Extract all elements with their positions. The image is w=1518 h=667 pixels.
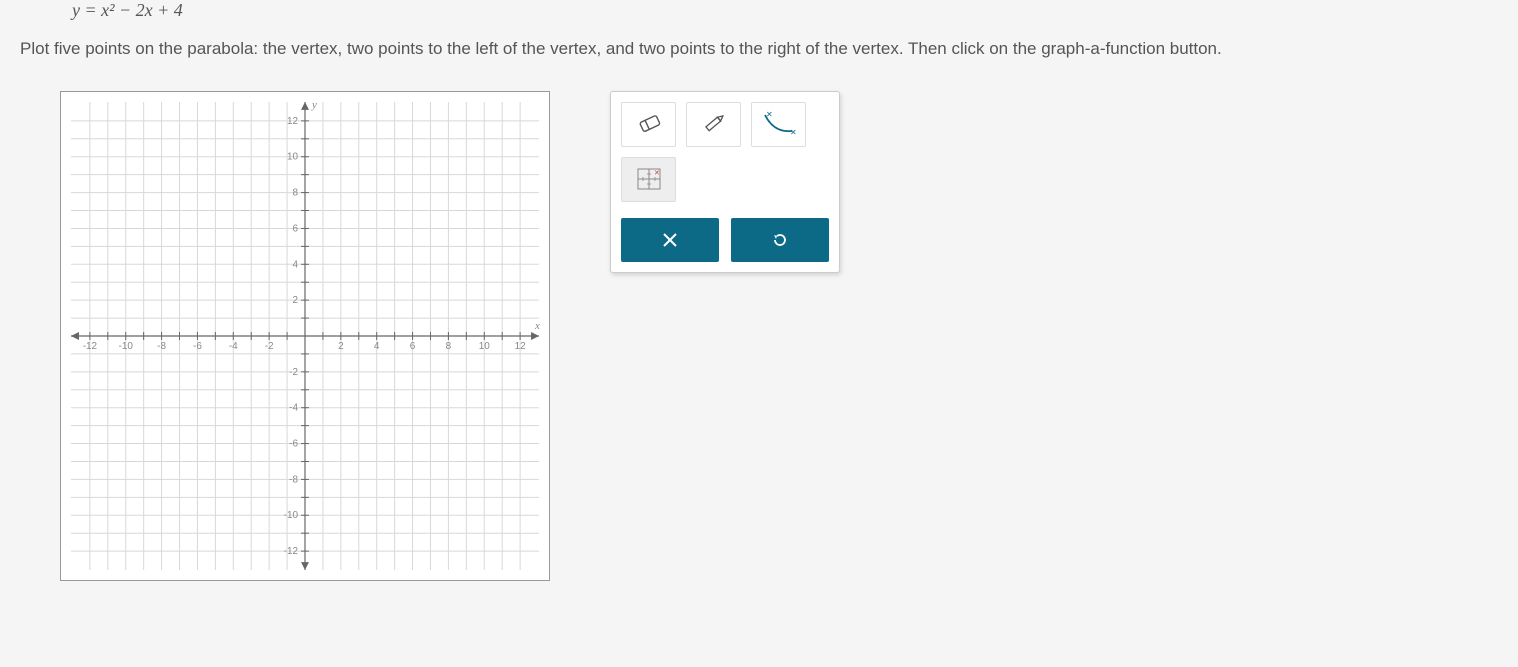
svg-text:-12: -12 xyxy=(83,341,98,352)
eraser-icon xyxy=(635,113,663,135)
graph-a-function-button[interactable]: ✕ ✕ xyxy=(751,102,806,147)
svg-text:✕: ✕ xyxy=(654,170,660,177)
svg-text:-2: -2 xyxy=(289,367,298,378)
svg-text:6: 6 xyxy=(410,341,416,352)
close-icon xyxy=(662,232,678,248)
coordinate-plane[interactable]: -12 -10 -8 -6 -4 -2 2 4 6 8 10 12 12 10 … xyxy=(60,91,550,581)
svg-text:-2: -2 xyxy=(265,341,274,352)
svg-text:✕: ✕ xyxy=(766,111,773,119)
undo-icon xyxy=(771,231,789,249)
svg-text:-6: -6 xyxy=(289,438,298,449)
graph-svg[interactable]: -12 -10 -8 -6 -4 -2 2 4 6 8 10 12 12 10 … xyxy=(61,92,549,580)
reset-button[interactable] xyxy=(731,218,829,262)
equation-text: y = x² − 2x + 4 xyxy=(0,0,1518,29)
pencil-icon xyxy=(700,113,728,135)
tool-panel: ✕ ✕ ✕ xyxy=(610,91,840,273)
svg-text:✕: ✕ xyxy=(790,128,796,137)
eraser-tool-button[interactable] xyxy=(621,102,676,147)
x-axis-arrow-left xyxy=(71,332,79,340)
y-axis-arrow-down xyxy=(301,562,309,570)
svg-text:2: 2 xyxy=(292,295,298,306)
x-axis-arrow-right xyxy=(531,332,539,340)
clear-button[interactable] xyxy=(621,218,719,262)
svg-text:-8: -8 xyxy=(289,474,298,485)
svg-text:10: 10 xyxy=(479,341,491,352)
svg-text:-10: -10 xyxy=(284,510,299,521)
point-plot-icon: ✕ xyxy=(634,165,664,193)
curve-icon: ✕ ✕ xyxy=(762,111,796,137)
svg-text:12: 12 xyxy=(515,341,527,352)
svg-text:4: 4 xyxy=(292,259,298,270)
pencil-tool-button[interactable] xyxy=(686,102,741,147)
svg-text:12: 12 xyxy=(287,116,299,127)
svg-text:8: 8 xyxy=(446,341,452,352)
svg-text:-4: -4 xyxy=(289,402,298,413)
svg-text:8: 8 xyxy=(292,187,298,198)
point-plot-tool-button[interactable]: ✕ xyxy=(621,157,676,202)
y-axis-label: y xyxy=(311,99,317,111)
svg-text:4: 4 xyxy=(374,341,380,352)
svg-text:2: 2 xyxy=(338,341,344,352)
svg-text:6: 6 xyxy=(292,223,298,234)
svg-text:-8: -8 xyxy=(157,341,166,352)
x-axis-label: x xyxy=(534,320,540,332)
svg-text:10: 10 xyxy=(287,152,299,163)
y-axis-arrow-up xyxy=(301,102,309,110)
svg-text:-6: -6 xyxy=(193,341,202,352)
svg-text:-10: -10 xyxy=(119,341,134,352)
work-area: -12 -10 -8 -6 -4 -2 2 4 6 8 10 12 12 10 … xyxy=(0,71,1518,581)
instruction-text: Plot five points on the parabola: the ve… xyxy=(0,29,1518,71)
svg-text:-4: -4 xyxy=(229,341,238,352)
svg-text:-12: -12 xyxy=(284,546,299,557)
